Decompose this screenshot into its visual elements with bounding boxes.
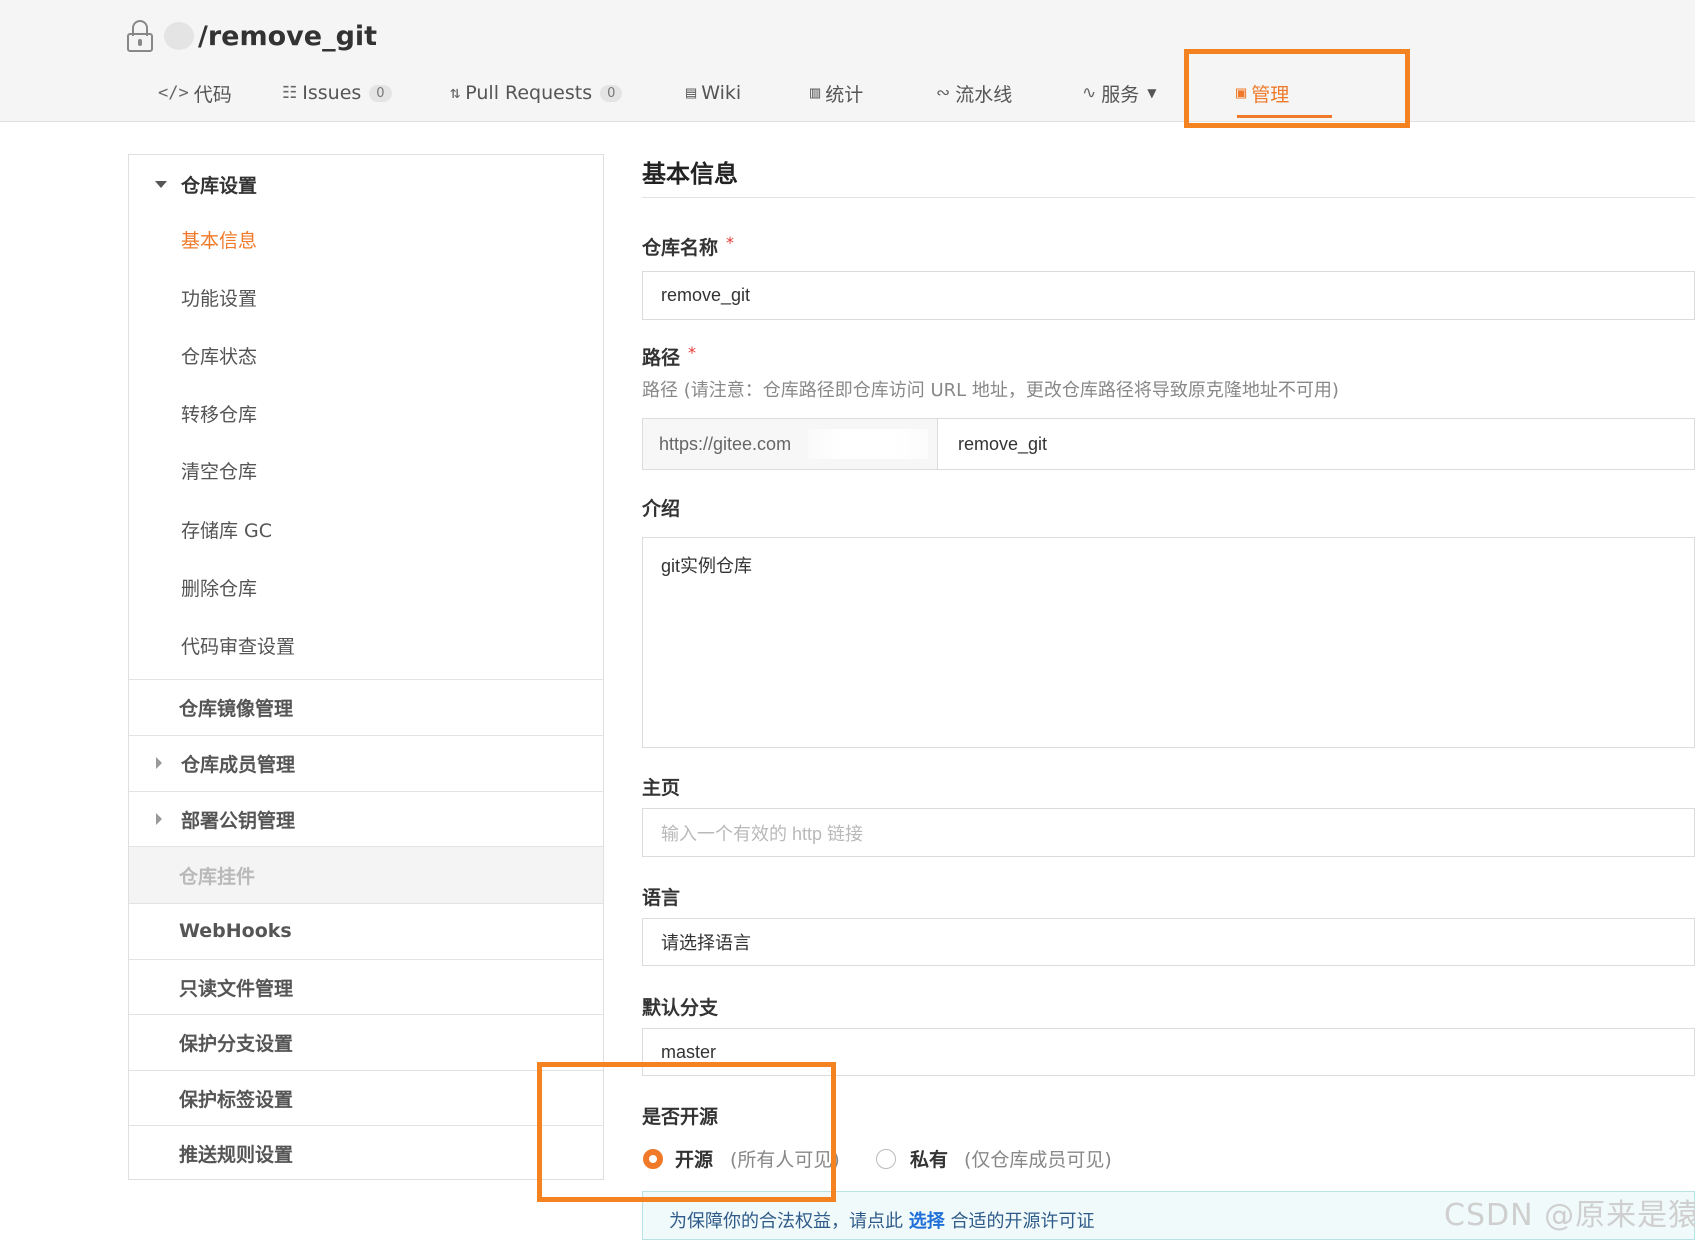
owner-avatar: [164, 22, 194, 50]
sidebar-item-clear[interactable]: 清空仓库: [181, 457, 257, 484]
lock-icon: [126, 20, 154, 52]
sidebar-section-deploy-keys[interactable]: 部署公钥管理: [129, 791, 603, 846]
watermark: CSDN @原来是猿: [1444, 1198, 1695, 1233]
tab-label: 流水线: [955, 83, 1013, 106]
default-branch-label: 默认分支: [642, 997, 719, 1019]
repo-name-input[interactable]: remove_git: [642, 271, 1695, 320]
issues-icon: ☷: [282, 83, 298, 103]
notice-text: 合适的开源许可证: [950, 1211, 1095, 1232]
code-icon: </>: [158, 83, 189, 103]
language-label: 语言: [642, 887, 681, 909]
choose-license-link[interactable]: 选择: [909, 1211, 945, 1232]
sidebar-section-label: 保护标签设置: [179, 1088, 294, 1111]
label-text: 仓库名称: [642, 237, 719, 259]
service-icon: ∿: [1082, 83, 1097, 103]
sidebar-item-basic-info[interactable]: 基本信息: [181, 226, 257, 253]
caret-right-icon: [156, 757, 162, 769]
chevron-down-icon: ▼: [1147, 86, 1157, 100]
tab-manage[interactable]: ▣ 管理: [1236, 72, 1289, 114]
tab-issues[interactable]: ☷ Issues 0: [282, 72, 392, 114]
default-branch-select[interactable]: master: [642, 1028, 1695, 1076]
sidebar-item-code-review[interactable]: 代码审查设置: [181, 632, 295, 659]
caret-down-icon: [155, 181, 167, 188]
radio-open-source[interactable]: [643, 1149, 663, 1169]
sidebar-section-protected-tags[interactable]: 保护标签设置: [129, 1070, 603, 1125]
sidebar-item-features[interactable]: 功能设置: [181, 284, 257, 311]
radio-open-source-note: (所有人可见): [730, 1149, 840, 1171]
tab-stats[interactable]: ▥ 统计: [810, 72, 863, 114]
tab-label: 统计: [825, 83, 864, 106]
tab-label: Issues: [302, 82, 362, 104]
sidebar-section-readonly-files[interactable]: 只读文件管理: [129, 959, 603, 1014]
radio-open-source-label: 开源: [675, 1149, 714, 1171]
sidebar-section-push-rules[interactable]: 推送规则设置: [129, 1125, 603, 1180]
sidebar-section-label: 仓库挂件: [179, 865, 256, 888]
sidebar-section-label: 仓库成员管理: [181, 753, 296, 776]
intro-textarea[interactable]: git实例仓库: [642, 537, 1695, 748]
intro-label: 介绍: [642, 498, 681, 520]
homepage-input[interactable]: 输入一个有效的 http 链接: [642, 808, 1695, 857]
pipeline-icon: ∾: [936, 83, 951, 103]
sidebar-group-repo-settings[interactable]: 仓库设置: [129, 155, 603, 213]
stats-icon: ▥: [810, 83, 821, 103]
sidebar-section-label: 仓库镜像管理: [179, 697, 294, 720]
path-label: 路径 *: [642, 343, 696, 370]
radio-private-label: 私有: [910, 1149, 949, 1171]
manage-icon: ▣: [1236, 83, 1247, 103]
repo-title: /remove_git: [126, 14, 377, 58]
required-mark: *: [688, 343, 697, 362]
sidebar-section-mirror[interactable]: 仓库镜像管理: [129, 679, 603, 734]
redacted-owner: [808, 429, 928, 459]
wiki-icon: ▤: [686, 83, 697, 103]
path-hint: 路径 (请注意：仓库路径即仓库访问 URL 地址，更改仓库路径将导致原克隆地址不…: [642, 380, 1339, 401]
repo-name-link[interactable]: /remove_git: [198, 21, 377, 52]
title-divider: [642, 197, 1695, 198]
tab-wiki[interactable]: ▤ Wiki: [686, 72, 741, 114]
sidebar-section-label: 只读文件管理: [179, 977, 294, 1000]
repo-name-label: 仓库名称 *: [642, 233, 734, 260]
sidebar-section-members[interactable]: 仓库成员管理: [129, 735, 603, 790]
open-source-label: 是否开源: [642, 1106, 719, 1128]
radio-private[interactable]: [876, 1149, 896, 1169]
sidebar-section-protected-branches[interactable]: 保护分支设置: [129, 1014, 603, 1069]
tab-label: Wiki: [701, 82, 742, 104]
active-tab-indicator: [1237, 115, 1332, 118]
repo-header: /remove_git </> 代码 ☷ Issues 0 ⇅ Pull Req…: [0, 0, 1695, 122]
tab-label: 服务: [1101, 83, 1140, 106]
tab-label: Pull Requests: [465, 82, 593, 104]
tab-label: 管理: [1251, 83, 1290, 106]
tab-code[interactable]: </> 代码: [158, 72, 232, 114]
homepage-label: 主页: [642, 777, 681, 799]
tab-pipeline[interactable]: ∾ 流水线: [936, 72, 1012, 114]
settings-sidebar: 仓库设置 基本信息 功能设置 仓库状态 转移仓库 清空仓库 存储库 GC 删除仓…: [128, 154, 604, 1180]
language-select[interactable]: 请选择语言: [642, 918, 1695, 966]
sidebar-section-widgets: 仓库挂件: [129, 846, 603, 903]
sidebar-section-label: 保护分支设置: [179, 1032, 294, 1055]
page-title: 基本信息: [642, 160, 738, 188]
sidebar-item-transfer[interactable]: 转移仓库: [181, 400, 257, 427]
tab-pull-requests[interactable]: ⇅ Pull Requests 0: [450, 72, 623, 114]
pull-request-icon: ⇅: [450, 83, 461, 103]
sidebar-section-label: WebHooks: [179, 920, 292, 942]
sidebar-item-gc[interactable]: 存储库 GC: [181, 516, 272, 543]
path-prefix: https://gitee.com: [643, 419, 938, 469]
path-input-group: https://gitee.com remove_git: [642, 418, 1695, 470]
pull-requests-count-badge: 0: [600, 84, 623, 102]
issues-count-badge: 0: [369, 84, 392, 102]
radio-private-note: (仅仓库成员可见): [964, 1149, 1112, 1171]
sidebar-section-label: 推送规则设置: [179, 1143, 294, 1166]
path-input[interactable]: remove_git: [958, 419, 1047, 469]
notice-text: 为保障你的合法权益，请点此: [669, 1211, 903, 1232]
required-mark: *: [726, 233, 735, 252]
tab-label: 代码: [193, 83, 232, 106]
sidebar-item-repo-status[interactable]: 仓库状态: [181, 342, 257, 369]
sidebar-section-webhooks[interactable]: WebHooks: [129, 903, 603, 958]
sidebar-group-label: 仓库设置: [181, 174, 258, 197]
tab-service[interactable]: ∿ 服务 ▼: [1082, 72, 1157, 114]
caret-right-icon: [156, 813, 162, 825]
sidebar-item-delete[interactable]: 删除仓库: [181, 574, 257, 601]
path-prefix-text: https://gitee.com: [659, 433, 792, 454]
sidebar-section-label: 部署公钥管理: [181, 809, 296, 832]
label-text: 路径: [642, 347, 681, 369]
